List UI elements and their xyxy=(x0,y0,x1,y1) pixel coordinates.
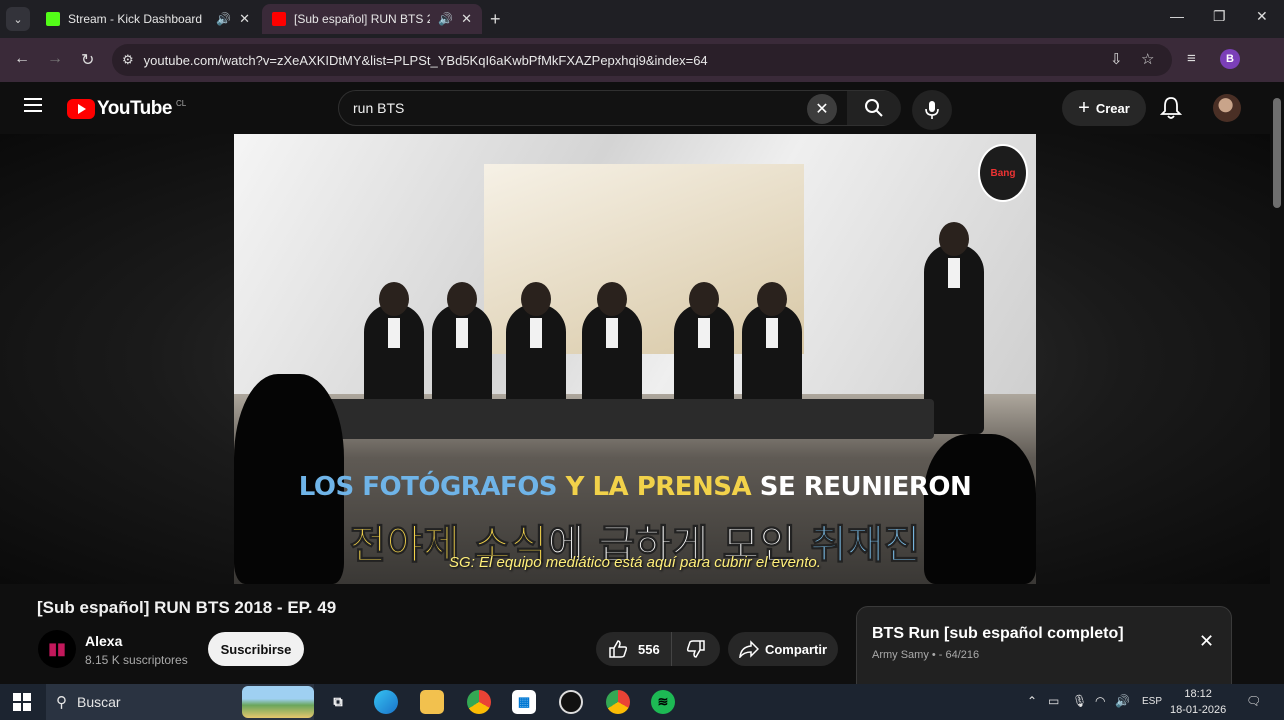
restore-icon[interactable]: ❐ xyxy=(1213,8,1226,25)
tab-title: Stream - Kick Dashboard xyxy=(68,12,203,26)
bookmark-star-icon[interactable]: ☆ xyxy=(1141,50,1154,68)
video-frame[interactable]: Bang LOS FOTÓGRAFOS Y LA PRENSA SE REUNI… xyxy=(234,134,1036,584)
reading-list-icon[interactable]: ≡ xyxy=(1187,50,1196,67)
page-scrollbar[interactable] xyxy=(1270,82,1284,682)
close-playlist-icon[interactable]: ✕ xyxy=(1199,631,1214,652)
taskbar-search[interactable]: ⚲ Buscar xyxy=(46,684,314,720)
language-indicator[interactable]: ESP xyxy=(1142,696,1162,707)
channel-name[interactable]: Alexa xyxy=(85,633,122,649)
search-icon xyxy=(865,99,883,117)
url-text: youtube.com/watch?v=zXeAXKIDtMY&list=PLP… xyxy=(143,52,708,68)
plus-icon: + xyxy=(1078,96,1090,119)
video-subtitle-line: SG: El equipo mediático está aquí para c… xyxy=(449,554,821,571)
hamburger-menu-icon[interactable] xyxy=(24,98,42,112)
wifi-icon[interactable]: ◠ xyxy=(1095,694,1105,708)
scrollbar-thumb[interactable] xyxy=(1273,98,1281,208)
tab-kick-dashboard[interactable]: Stream - Kick Dashboard 🔊 ✕ xyxy=(36,4,260,34)
microphone-icon xyxy=(925,101,939,119)
playlist-meta: Army Samy • - 64/216 xyxy=(872,649,980,661)
youtube-header: YouTube CL run BTS ✕ + Crear xyxy=(0,82,1284,134)
close-window-icon[interactable]: ✕ xyxy=(1256,8,1268,25)
address-bar[interactable]: ⚙ youtube.com/watch?v=zXeAXKIDtMY&list=P… xyxy=(112,44,1172,76)
share-icon xyxy=(739,640,759,658)
windows-start-icon[interactable] xyxy=(13,693,31,711)
search-input[interactable]: run BTS xyxy=(353,100,404,116)
close-tab-icon[interactable]: ✕ xyxy=(239,11,250,27)
windows-taskbar: ⚲ Buscar ⧉ ▦ ≋ ⌃ ▭ 🎙 ◠ 🔊 ESP 18:12 18-01… xyxy=(0,684,1284,720)
browser-toolbar: ← → ↻ ⚙ youtube.com/watch?v=zXeAXKIDtMY&… xyxy=(0,38,1284,82)
reload-icon[interactable]: ↻ xyxy=(81,50,94,70)
search-icon: ⚲ xyxy=(56,694,67,711)
forward-arrow-icon[interactable]: → xyxy=(47,50,63,68)
video-caption-spanish-top: LOS FOTÓGRAFOS Y LA PRENSA SE REUNIERON xyxy=(298,472,972,502)
voice-search-button[interactable] xyxy=(912,90,952,130)
clear-search-icon[interactable]: ✕ xyxy=(807,94,837,124)
channel-watermark-logo: Bang xyxy=(978,144,1028,202)
video-title: [Sub español] RUN BTS 2018 - EP. 49 xyxy=(37,598,337,617)
new-tab-button[interactable]: + xyxy=(490,9,501,30)
channel-avatar[interactable]: ▮▮ xyxy=(38,630,76,668)
share-button[interactable]: Compartir xyxy=(728,632,838,666)
search-highlight-image xyxy=(242,686,314,718)
create-button[interactable]: + Crear xyxy=(1062,90,1146,126)
youtube-favicon-icon xyxy=(272,12,286,26)
volume-icon[interactable]: 🔊 xyxy=(1115,694,1130,708)
tray-overflow-icon[interactable]: ⌃ xyxy=(1027,694,1037,708)
speaker-icon[interactable]: 🔊 xyxy=(438,12,453,26)
speaker-icon[interactable]: 🔊 xyxy=(216,12,231,26)
user-avatar[interactable] xyxy=(1213,94,1241,122)
dislike-button[interactable] xyxy=(672,639,720,659)
site-info-icon[interactable]: ⚙ xyxy=(122,52,134,68)
file-explorer-icon[interactable] xyxy=(420,690,444,714)
install-app-icon[interactable]: ⇩ xyxy=(1110,50,1123,68)
chrome-profile-icon[interactable] xyxy=(606,690,630,714)
like-dislike-group: 556 xyxy=(596,632,720,666)
like-count: 556 xyxy=(638,641,660,657)
thumbs-down-icon xyxy=(686,640,705,658)
task-view-icon[interactable]: ⧉ xyxy=(326,690,350,714)
battery-icon[interactable]: ▭ xyxy=(1048,694,1059,708)
subscriber-count: 8.15 K suscriptores xyxy=(85,653,188,667)
tab-search-button[interactable]: ⌄ xyxy=(6,7,30,31)
thumbs-up-icon xyxy=(609,640,628,658)
playlist-title[interactable]: BTS Run [sub español completo] xyxy=(872,625,1124,643)
tab-title: [Sub español] RUN BTS 2018 xyxy=(294,12,431,26)
spotify-icon[interactable]: ≋ xyxy=(651,690,675,714)
subscribe-button[interactable]: Suscribirse xyxy=(208,632,304,666)
obs-icon[interactable] xyxy=(559,690,583,714)
search-box: run BTS ✕ xyxy=(338,90,901,126)
kick-favicon-icon xyxy=(46,12,60,26)
like-button[interactable]: 556 xyxy=(596,632,672,666)
notifications-icon[interactable]: 🗨 xyxy=(1246,694,1261,708)
edge-browser-icon[interactable] xyxy=(374,690,398,714)
youtube-play-icon xyxy=(67,99,95,119)
back-arrow-icon[interactable]: ← xyxy=(14,50,30,68)
video-player[interactable]: Bang LOS FOTÓGRAFOS Y LA PRENSA SE REUNI… xyxy=(0,134,1270,584)
microsoft-store-icon[interactable]: ▦ xyxy=(512,690,536,714)
browser-profile-avatar[interactable]: B xyxy=(1220,49,1240,69)
youtube-logo[interactable]: YouTube CL xyxy=(67,98,186,120)
country-code: CL xyxy=(175,98,187,108)
search-button[interactable] xyxy=(847,91,901,125)
minimize-icon[interactable]: — xyxy=(1170,8,1184,24)
tab-youtube-video[interactable]: [Sub español] RUN BTS 2018 🔊 ✕ xyxy=(262,4,482,34)
close-tab-icon[interactable]: ✕ xyxy=(461,11,472,27)
chrome-icon[interactable] xyxy=(467,690,491,714)
microphone-tray-icon[interactable]: 🎙 xyxy=(1072,694,1087,708)
playlist-panel: BTS Run [sub español completo] Army Samy… xyxy=(856,606,1232,686)
notifications-bell-icon[interactable] xyxy=(1159,96,1183,125)
browser-tab-strip: ⌄ Stream - Kick Dashboard 🔊 ✕ [Sub españ… xyxy=(0,0,1284,38)
system-clock[interactable]: 18:12 18-01-2026 xyxy=(1170,686,1226,718)
